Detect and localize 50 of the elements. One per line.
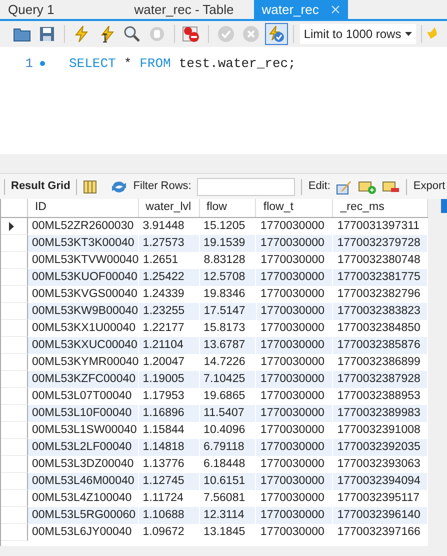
sql-text: * [124,55,132,73]
table-row[interactable]: 00ML53KW9B00040 1.23255 17.5147 1770030000 1770032383823 [1,303,428,320]
add-row-icon[interactable] [358,180,376,194]
row-pointer-icon [9,222,14,230]
sql-keyword: FROM [140,55,171,73]
save-icon [38,26,55,42]
cancel-icon [242,25,260,43]
table-row[interactable]: 00ML53KZFC00040 1.19005 7.10425 1770030000 1770032387928 [1,371,428,388]
auto-commit-button[interactable] [264,23,288,45]
column-header[interactable]: flow [200,199,256,217]
limit-dropdown[interactable]: Limit to 1000 rows [300,24,416,44]
refresh-icon[interactable] [111,180,128,194]
sql-editor[interactable]: 1 SELECT * FROM test.water_rec; [0,47,447,154]
table-row[interactable]: 00ML53L46M00040 1.12745 10.6151 1770030000 1770032394094 [1,473,428,490]
table-row[interactable]: 00ML53L2LF00040 1.14818 6.79118 1770030000 1770032392035 [1,439,428,456]
line-number: 1 [24,55,33,73]
table-row[interactable]: 00ML53KXUC00040 1.21104 13.6787 1770030000 1770032385876 [1,337,428,354]
magnifier-icon [122,25,141,43]
close-icon[interactable] [330,5,340,14]
column-header[interactable]: ID [28,199,139,217]
dropdown-caret-icon [405,32,412,36]
pencil-edit-icon[interactable] [336,178,352,194]
table-row[interactable]: 00ML53L10F00040 1.16896 11.5407 1770030000 1770032389983 [1,405,428,422]
delete-row-icon[interactable] [382,180,400,194]
table-cell: 1.09672 [138,524,200,541]
row-header[interactable] [1,218,28,235]
column-grid-icon[interactable] [83,180,98,194]
table-row[interactable]: 00ML53L5RG00060 1.10688 12.3114 1770030000 1770032396140 [1,507,428,524]
tab[interactable]: Query 1 [0,0,64,19]
table-cell: 13.1845 [200,524,256,541]
sql-keyword: SELECT [69,55,116,73]
table-row[interactable]: 00ML53KT3K00040 1.27573 19.1539 1770030000 1770032379728 [1,235,428,252]
filter-label: Filter Rows: [133,179,192,194]
lightning-cursor-icon [98,25,114,43]
lightning-icon [73,25,90,43]
sql-text: test.water_rec; [178,55,296,73]
column-header[interactable]: water_lvl [138,199,200,217]
table-cell: 00ML53L6JY00040 [28,524,139,541]
table-row[interactable]: 00ML53KUOF00040 1.25422 12.5708 1770030000 1770032381775 [1,269,428,286]
tab[interactable]: water_rec - Table [64,0,254,19]
column-header[interactable]: flow_t [256,199,334,217]
stop-error-icon [182,25,200,43]
check-icon [216,25,235,43]
table-cell: 1770030000 [256,524,334,541]
folder-icon [12,26,31,42]
auto-commit-icon [267,25,286,43]
export-label[interactable]: Export [413,178,446,195]
edit-label: Edit: [308,179,330,194]
filter-field[interactable] [197,178,296,196]
result-grid-tab[interactable]: Result Grid [11,178,70,195]
